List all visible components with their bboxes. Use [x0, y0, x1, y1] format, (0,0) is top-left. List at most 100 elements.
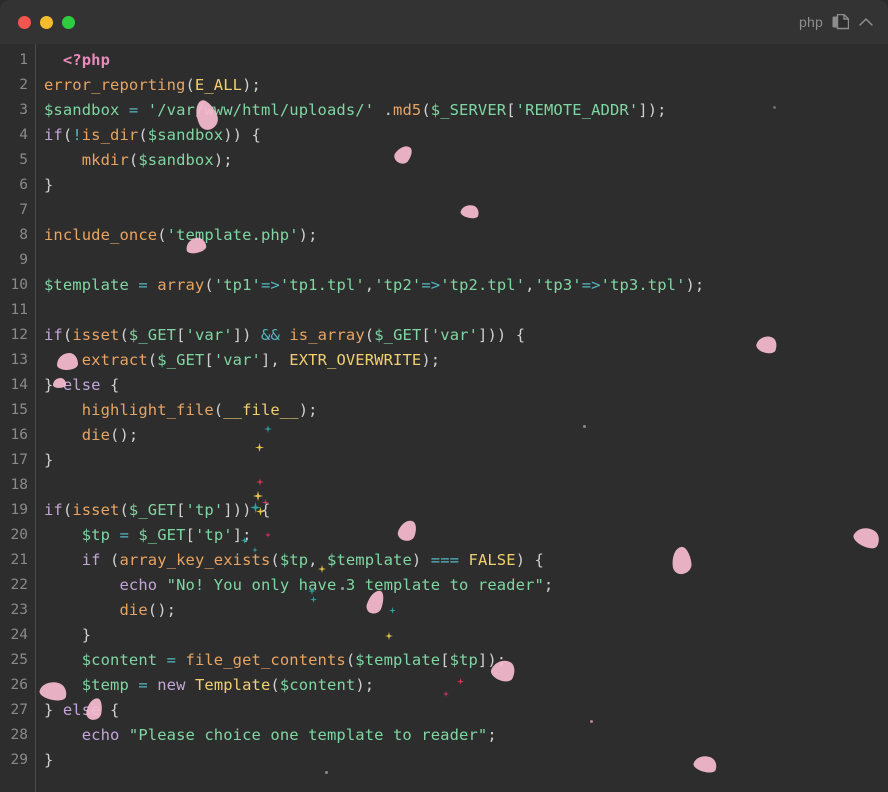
chevron-up-icon[interactable] [858, 14, 874, 30]
code-line[interactable]: 11 [0, 298, 888, 323]
code-line[interactable]: 15 highlight_file(__file__); [0, 398, 888, 423]
token-op: = [119, 526, 129, 544]
code-line-content[interactable]: $template = array('tp1'=>'tp1.tpl','tp2'… [28, 273, 704, 298]
code-line-content[interactable]: echo "No! You only have 3 template to re… [28, 573, 553, 598]
code-line-content[interactable]: $tp = $_GET['tp']; [28, 523, 252, 548]
code-line-content[interactable]: if(isset($_GET['tp'])) { [28, 498, 270, 523]
code-line-content[interactable]: error_reporting(E_ALL); [28, 73, 261, 98]
token-punct: , [308, 551, 328, 569]
token-str: 'tp3.tpl' [600, 276, 686, 294]
code-line[interactable]: 9 [0, 248, 888, 273]
code-line[interactable]: 12 if(isset($_GET['var']) && is_array($_G… [0, 323, 888, 348]
code-line[interactable]: 26 $temp = new Template($content); [0, 673, 888, 698]
token-str: "No! You only have 3 template to reader" [166, 576, 544, 594]
token-punct: ( [345, 651, 356, 669]
code-line[interactable]: 6} [0, 173, 888, 198]
token-str: 'tp2.tpl' [440, 276, 526, 294]
token-op: => [581, 276, 601, 294]
token-punct: ( [138, 126, 148, 144]
code-line-content[interactable]: die(); [28, 423, 138, 448]
code-line-content[interactable]: die(); [28, 598, 176, 623]
copy-icon[interactable] [832, 13, 849, 31]
code-line-content[interactable]: highlight_file(__file__); [28, 398, 318, 423]
line-number: 15 [10, 402, 28, 418]
code-line[interactable]: 28 echo "Please choice one template to r… [0, 723, 888, 748]
code-line-content[interactable]: $content = file_get_contents($template[$… [28, 648, 506, 673]
token-punct: [ [185, 526, 195, 544]
code-line-content[interactable]: } [28, 623, 91, 648]
code-line[interactable]: 17} [0, 448, 888, 473]
code-line-content[interactable]: include_once('template.php'); [28, 223, 318, 248]
code-line[interactable]: 3 $sandbox = '/var/www/html/uploads/' .md… [0, 98, 888, 123]
token-punct: [ [440, 651, 450, 669]
code-line[interactable]: 7 [0, 198, 888, 223]
token-punct: ) [411, 551, 422, 569]
line-number: 28 [10, 727, 28, 743]
token-punct: ]); [477, 651, 507, 669]
token-op: = [138, 276, 148, 294]
minimize-window-button[interactable] [40, 15, 53, 29]
code-line[interactable]: 18 [0, 473, 888, 498]
code-line[interactable]: 21 if (array_key_exists($tp, $template) … [0, 548, 888, 573]
code-line-content[interactable]: <?php [28, 48, 110, 73]
token-str: '/var/www/html/uploads/' [147, 101, 375, 119]
code-line[interactable]: 24 } [0, 623, 888, 648]
code-line[interactable]: 13 extract($_GET['var'], EXTR_OVERWRITE)… [0, 348, 888, 373]
code-line-content[interactable]: } else { [28, 373, 119, 398]
code-lines-container[interactable]: 1 <?php 2 error_reporting(E_ALL); 3 $sandbox… [0, 44, 888, 773]
line-number: 18 [10, 477, 28, 493]
code-line-content[interactable]: if(!is_dir($sandbox)) { [28, 123, 261, 148]
token-var: $_SERVER [430, 101, 507, 119]
code-line-content[interactable]: mkdir($sandbox); [28, 148, 233, 173]
token-const: EXTR_OVERWRITE [289, 351, 422, 369]
token-str: "Please choice one template to reader" [128, 726, 488, 744]
code-line-content[interactable]: $temp = new Template($content); [28, 673, 374, 698]
line-number: 25 [10, 652, 28, 668]
code-line-content[interactable]: if(isset($_GET['var']) && is_array($_GET… [28, 323, 525, 348]
code-line-content[interactable]: extract($_GET['var'], EXTR_OVERWRITE); [28, 348, 440, 373]
token-op: => [421, 276, 441, 294]
token-op: = [138, 676, 148, 694]
code-line-content[interactable]: } [28, 448, 53, 473]
code-line[interactable]: 4 if(!is_dir($sandbox)) { [0, 123, 888, 148]
code-line[interactable]: 5 mkdir($sandbox); [0, 148, 888, 173]
code-line[interactable]: 23 die(); [0, 598, 888, 623]
line-number: 13 [10, 352, 28, 368]
code-line-content[interactable]: if (array_key_exists($tp, $template) ===… [28, 548, 544, 573]
token-op: = [128, 101, 139, 119]
token-punct: ); [298, 401, 318, 419]
code-line[interactable]: 16 die(); [0, 423, 888, 448]
token-punct: , [525, 276, 535, 294]
code-line[interactable]: 20 $tp = $_GET['tp']; [0, 523, 888, 548]
code-line[interactable]: 14} else { [0, 373, 888, 398]
code-line[interactable]: 19 if(isset($_GET['tp'])) { [0, 498, 888, 523]
code-line[interactable]: 8 include_once('template.php'); [0, 223, 888, 248]
token-punct: ); [298, 226, 318, 244]
token-str: 'tp1.tpl' [279, 276, 365, 294]
code-line[interactable]: 1 <?php [0, 48, 888, 73]
code-line[interactable]: 2 error_reporting(E_ALL); [0, 73, 888, 98]
code-line-content[interactable]: } [28, 173, 53, 198]
maximize-window-button[interactable] [62, 15, 75, 29]
code-line[interactable]: 29} [0, 748, 888, 773]
code-line[interactable]: 22 echo "No! You only have 3 template to… [0, 573, 888, 598]
code-line[interactable]: 25 $content = file_get_contents($templat… [0, 648, 888, 673]
token-kw: echo [81, 726, 120, 744]
code-line-content[interactable]: echo "Please choice one template to read… [28, 723, 497, 748]
token-punct: ; [487, 726, 497, 744]
token-punct: (); [110, 426, 139, 444]
code-editor[interactable]: 1 <?php 2 error_reporting(E_ALL); 3 $sandbox… [0, 44, 888, 792]
code-line-content[interactable]: } else { [28, 698, 119, 723]
code-line-content[interactable]: $sandbox = '/var/www/html/uploads/' .md5… [28, 98, 667, 123]
token-punct: ( [62, 326, 73, 344]
code-line[interactable]: 27} else { [0, 698, 888, 723]
line-number: 2 [19, 77, 28, 93]
code-line[interactable]: 10 $template = array('tp1'=>'tp1.tpl','tp… [0, 273, 888, 298]
code-line-content[interactable]: } [28, 748, 53, 773]
close-window-button[interactable] [18, 15, 31, 29]
